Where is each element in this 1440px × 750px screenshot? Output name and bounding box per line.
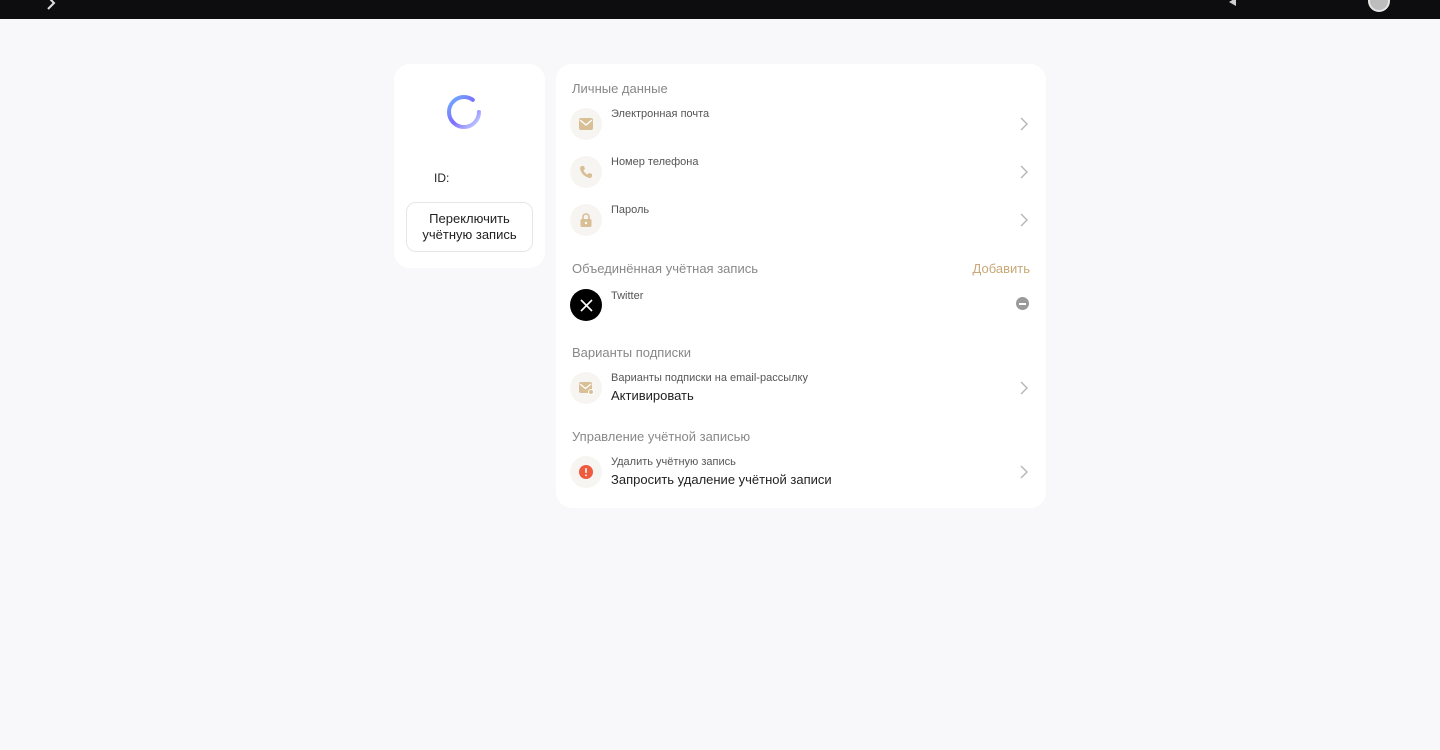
top-bar [0, 0, 1440, 19]
lock-icon [570, 204, 602, 236]
alert-icon [570, 456, 602, 488]
row-label: Пароль [611, 204, 650, 216]
row-password[interactable]: Пароль [556, 204, 1046, 248]
chevron-right-icon [1020, 117, 1028, 131]
unlink-icon[interactable] [1016, 297, 1029, 310]
chevron-right-icon [1020, 213, 1028, 227]
row-label: Номер телефона [611, 156, 699, 168]
row-label: Электронная почта [611, 108, 710, 120]
row-phone[interactable]: Номер телефона [556, 156, 1046, 200]
mail-subscribe-icon [570, 372, 602, 404]
row-value: Активировать [611, 388, 694, 403]
row-twitter[interactable]: Twitter [556, 288, 1046, 332]
back-icon[interactable] [44, 0, 58, 10]
x-twitter-icon [570, 289, 602, 321]
chevron-right-icon [1020, 465, 1028, 479]
switch-account-button[interactable]: Переключить учётную запись [406, 202, 533, 252]
section-title-personal: Личные данные [572, 81, 668, 96]
section-title-management: Управление учётной записью [572, 429, 751, 444]
row-label: Twitter [611, 290, 644, 302]
chevron-right-icon [1020, 165, 1028, 179]
settings-card: Личные данные Электронная почта Номер те… [556, 64, 1046, 508]
row-label: Удалить учётную запись [611, 456, 736, 468]
avatar[interactable] [1368, 0, 1390, 12]
bell-icon[interactable] [1224, 0, 1238, 8]
profile-card: ID: Переключить учётную запись [394, 64, 545, 268]
add-linked-account-link[interactable]: Добавить [973, 261, 1030, 276]
section-title-subscription: Варианты подписки [572, 345, 692, 360]
row-label: Варианты подписки на email-рассылку [611, 372, 808, 384]
row-email[interactable]: Электронная почта [556, 108, 1046, 152]
phone-icon [570, 156, 602, 188]
row-delete-account[interactable]: Удалить учётную запись Запросить удалени… [556, 456, 1046, 500]
chevron-right-icon [1020, 381, 1028, 395]
row-email-subscription[interactable]: Варианты подписки на email-рассылку Акти… [556, 372, 1046, 416]
profile-id-label: ID: [434, 171, 450, 185]
section-title-linked: Объединённая учётная запись [572, 261, 758, 276]
mail-icon [570, 108, 602, 140]
row-value: Запросить удаление учётной записи [611, 472, 832, 487]
loader-icon [447, 95, 481, 129]
